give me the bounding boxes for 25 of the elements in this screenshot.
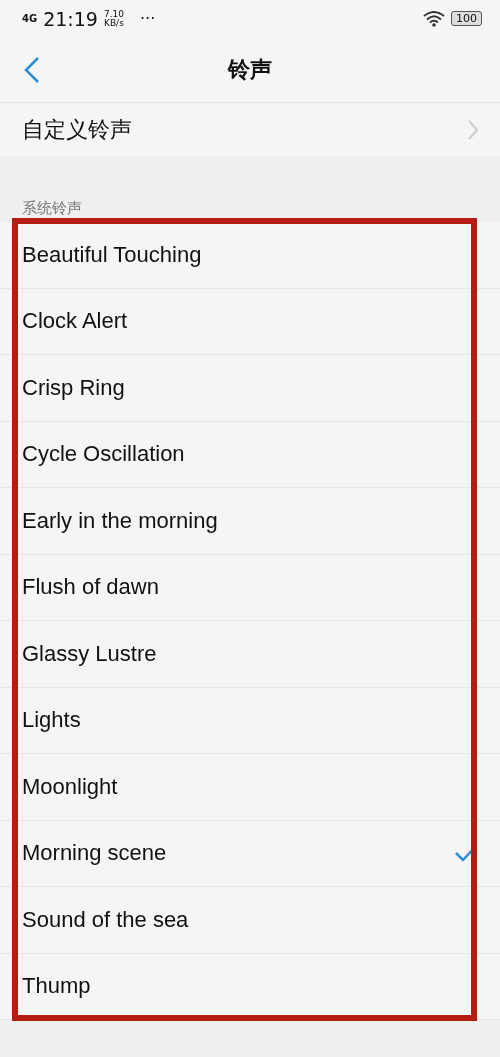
speed-unit: KB/s [104,18,124,28]
ringtone-item[interactable]: Clock Alert [0,288,500,355]
ringtone-item[interactable]: Thump [0,953,500,1020]
ringtone-item[interactable]: Lights [0,687,500,754]
wifi-icon [423,10,445,27]
ringtone-item[interactable]: Morning scene [0,820,500,887]
back-icon[interactable] [24,57,40,83]
clock-time: 21:19 [43,7,98,30]
chevron-right-icon [468,119,478,140]
ringtone-item[interactable]: Glassy Lustre [0,621,500,688]
ringtone-item[interactable]: Moonlight [0,754,500,821]
custom-ringtone-item[interactable]: 自定义铃声 [0,103,500,156]
battery-indicator: 100 [451,11,482,26]
network-speed: 7.10 [103,9,124,19]
page-title: 铃声 [228,55,272,84]
ringtone-item[interactable]: Sound of the sea [0,887,500,954]
more-indicator: ··· [140,9,156,28]
ringtone-item[interactable]: Flush of dawn [0,554,500,621]
ringtone-item[interactable]: Beautiful Touching [0,222,500,289]
section-label: 系统铃声 [22,199,82,218]
network-indicator: 4G [22,13,38,24]
custom-ringtone-label: 自定义铃声 [22,115,132,144]
ringtone-item[interactable]: Early in the morning [0,488,500,555]
ringtone-item[interactable]: Cycle Oscillation [0,421,500,488]
ringtone-item[interactable]: Crisp Ring [0,355,500,422]
